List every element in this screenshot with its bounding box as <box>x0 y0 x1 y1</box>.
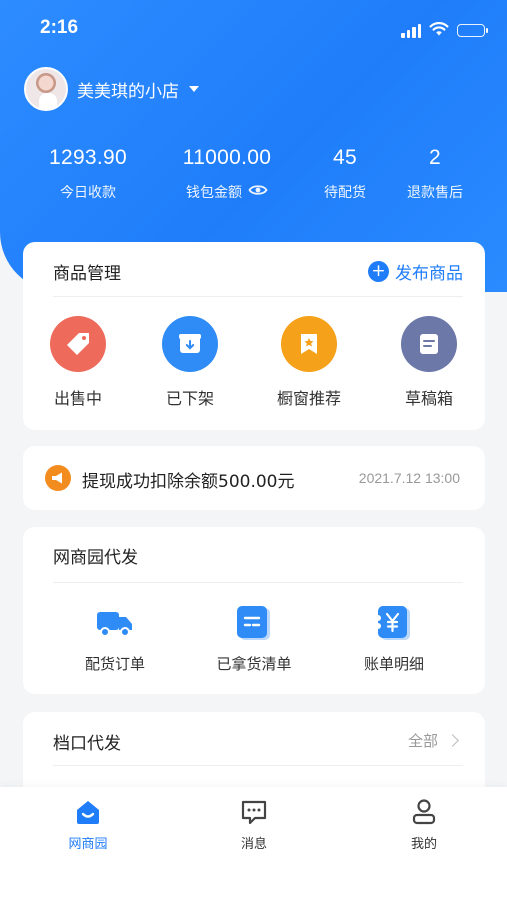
home-icon <box>73 797 103 827</box>
notice-text: 提现成功扣除余额500.00元 <box>82 472 295 492</box>
stat-label: 退款售后 <box>407 185 463 201</box>
eye-icon[interactable] <box>248 183 268 201</box>
yen-bill-icon <box>374 603 414 643</box>
stat-label: 今日收款 <box>60 185 116 201</box>
stat-wallet[interactable]: 11000.00 钱包金额 <box>167 146 287 202</box>
bottom-tab-bar: 网商园 消息 我的 <box>0 787 507 900</box>
svc-label: 账单明细 <box>363 655 424 673</box>
stat-pending[interactable]: 45 待配货 <box>315 146 375 202</box>
view-all-link[interactable]: 全部 <box>407 730 459 751</box>
stat-value: 1293.90 <box>48 146 127 169</box>
message-icon <box>239 797 269 827</box>
svc-label: 已拿货清单 <box>216 655 292 673</box>
document-icon <box>401 316 457 372</box>
publish-label: 发布商品 <box>395 264 463 284</box>
user-icon <box>409 797 439 827</box>
tile-label: 草稿箱 <box>404 389 453 408</box>
tag-icon <box>50 316 106 372</box>
status-icons <box>401 21 488 40</box>
chevron-right-icon <box>446 734 459 747</box>
card-title: 网商园代发 <box>53 548 138 568</box>
truck-icon <box>95 603 135 643</box>
avatar[interactable] <box>24 67 68 111</box>
stat-label: 待配货 <box>324 185 366 201</box>
tab-home[interactable]: 网商园 <box>43 797 133 852</box>
status-time: 2:16 <box>40 17 79 38</box>
tab-messages[interactable]: 消息 <box>209 797 299 852</box>
stat-value: 45 <box>333 146 357 169</box>
tab-label: 消息 <box>240 837 267 852</box>
tile-label: 橱窗推荐 <box>276 389 341 408</box>
stat-value: 2 <box>429 146 441 169</box>
tile-label: 出售中 <box>53 389 102 408</box>
plus-icon: + <box>368 261 389 282</box>
box-download-icon <box>162 316 218 372</box>
store-selector[interactable]: 美美琪的小店 <box>24 67 199 111</box>
card-title: 商品管理 <box>53 264 121 284</box>
tile-label: 已下架 <box>165 389 214 408</box>
megaphone-icon <box>45 465 71 491</box>
store-name: 美美琪的小店 <box>77 81 179 102</box>
tab-label: 我的 <box>410 837 437 852</box>
list-card-icon <box>234 603 274 643</box>
signal-icon <box>401 23 421 38</box>
stat-refund[interactable]: 2 退款售后 <box>400 146 470 202</box>
proxy-shipping-card: 网商园代发 配货订单 已拿货清单 账单明细 <box>23 527 485 694</box>
view-all-label: 全部 <box>407 732 438 750</box>
wifi-icon <box>429 21 449 40</box>
stat-value: 11000.00 <box>182 146 272 169</box>
divider <box>53 765 463 766</box>
status-bar: 2:16 <box>0 0 507 58</box>
notice-card[interactable]: 提现成功扣除余额500.00元 2021.7.12 13:00 <box>23 446 485 510</box>
card-title: 档口代发 <box>53 734 121 754</box>
stat-label: 钱包金额 <box>186 185 242 201</box>
divider <box>53 296 463 297</box>
battery-icon <box>457 24 488 37</box>
stats-row: 1293.90 今日收款 11000.00 钱包金额 45 待配货 2 退款售后 <box>0 146 507 216</box>
divider <box>53 582 463 583</box>
goods-management-card: 商品管理 + 发布商品 出售中 已下架 橱窗推荐 草稿箱 <box>23 242 485 430</box>
publish-goods-button[interactable]: + 发布商品 <box>368 259 463 284</box>
tab-mine[interactable]: 我的 <box>379 797 469 852</box>
star-bookmark-icon <box>281 316 337 372</box>
svc-label: 配货订单 <box>84 655 145 673</box>
tab-label: 网商园 <box>68 837 108 852</box>
notice-time: 2021.7.12 13:00 <box>358 470 460 486</box>
caret-down-icon <box>189 86 199 92</box>
stat-today-income[interactable]: 1293.90 今日收款 <box>38 146 138 202</box>
